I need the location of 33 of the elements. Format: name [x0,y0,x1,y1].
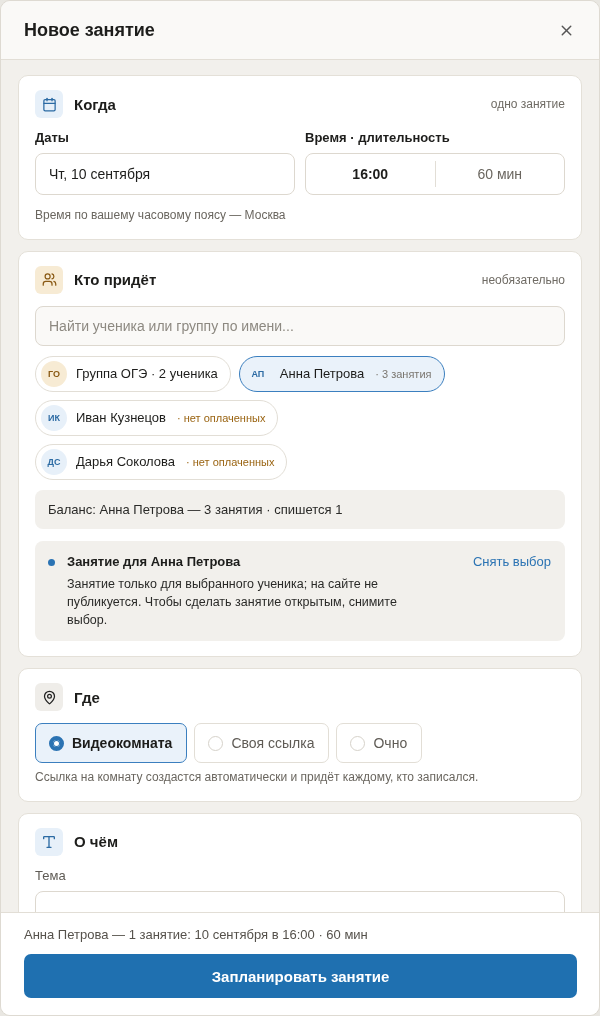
section-hint: одно занятие [490,97,565,111]
section-title: Когда [74,95,117,113]
participant-chip[interactable]: ГО Группа ОГЭ · 2 ученика [35,355,231,392]
location-option[interactable]: Очно [336,723,423,764]
participant-chip[interactable]: ИК Иван Кузнецов · нет оплаченных [35,399,279,436]
notice-title: Занятие для Анна Петрова [67,553,242,569]
location-option[interactable]: Своя ссылка [194,723,330,764]
section-hint: необязательно [481,272,565,287]
timezone-note: Время по вашему часовому поясу — Москва [35,207,287,224]
notice-text: Занятие только для выбранного ученика; на сайте не публикуется. Чтобы сделать занятие открытым, снимите выбор. [67,575,398,630]
summary-text: Анна Петрова — 1 занятие: 10 сентября в 16:00 · 60 мин [24,927,369,942]
people-icon [35,265,63,294]
schedule-button[interactable]: Запланировать занятие [24,954,577,998]
dialog-title: Новое занятие [24,19,155,41]
search-field[interactable]: Найти ученика или группу по имени... [35,305,565,346]
bullet-icon [48,558,55,566]
time-duration-field[interactable]: 16:00 60 мин [305,153,565,195]
section-title: Где [74,688,101,706]
location-option[interactable]: Видеокомната [35,723,188,764]
balance-info: Баланс: Анна Петрова — 3 занятия · спишется 1 [35,489,565,529]
field-label: Тема [35,867,67,883]
date-field[interactable]: Чт, 10 сентября [35,153,295,195]
section-title: О чём [74,833,119,851]
map-pin-icon [35,683,63,712]
location-note: Ссылка на комнату создастся автоматически и придёт каждому, кто записался. [35,769,480,786]
section-title: Кто придёт [74,271,158,289]
text-icon [35,827,63,856]
participant-chip[interactable]: АП Анна Петрова · 3 занятия [238,355,445,392]
clear-selection-link[interactable]: Снять выбор [472,553,551,569]
field-label: Даты [35,130,70,145]
participant-chip[interactable]: ДС Дарья Соколова · нет оплаченных [35,443,288,480]
calendar-icon [35,90,63,118]
field-label: Время · длительность [305,130,451,145]
